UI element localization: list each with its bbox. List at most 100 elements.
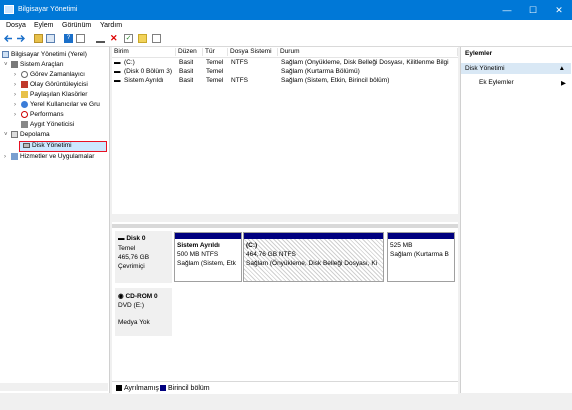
- minimize-button[interactable]: —: [494, 0, 520, 20]
- disk-graphical-view: ▬ Disk 0 Temel 465,76 GB Çevrimiçi Siste…: [112, 228, 458, 377]
- tree-item-performance[interactable]: › Performans: [14, 111, 64, 120]
- disk-icon: [23, 142, 30, 148]
- toolbar: ? ✕ ✓: [0, 32, 572, 47]
- actions-header: Eylemler: [465, 50, 493, 57]
- window-title: Bilgisayar Yönetimi: [18, 6, 78, 13]
- up-folder-icon[interactable]: [34, 34, 43, 43]
- computer-management-icon: [4, 5, 14, 14]
- cdrom0-status: Medya Yok: [118, 319, 150, 326]
- partition-size: 525 MB: [390, 242, 413, 249]
- tree-item-system-tools[interactable]: ˅ Sistem Araçları: [4, 61, 64, 70]
- disk0-label[interactable]: ▬ Disk 0 Temel 465,76 GB Çevrimiçi: [115, 231, 172, 283]
- chevron-down-icon[interactable]: ˅: [4, 62, 11, 68]
- maximize-button[interactable]: ☐: [520, 0, 546, 20]
- tree-item-shared-folders[interactable]: › Paylaşılan Klasörler: [14, 91, 87, 100]
- tree-label: Paylaşılan Klasörler: [30, 91, 88, 99]
- tree-item-device-manager[interactable]: Aygıt Yöneticisi: [21, 121, 74, 130]
- volume-icon: ▬: [114, 59, 121, 66]
- chevron-right-icon[interactable]: ›: [14, 92, 21, 98]
- table-row[interactable]: ▬ Sistem Ayrıldı Basit Temel NTFS Sağlam…: [112, 76, 458, 85]
- storage-icon: [11, 131, 18, 138]
- cell-layout: Basit: [179, 77, 194, 84]
- partition-name: (C:): [246, 242, 258, 249]
- connect-icon[interactable]: [96, 34, 105, 43]
- col-layout[interactable]: Düzen: [176, 48, 203, 56]
- col-type[interactable]: Tür: [203, 48, 228, 56]
- tree-label: Yerel Kullanıcılar ve Gru: [30, 101, 100, 109]
- menu-action[interactable]: Eylem: [34, 22, 53, 29]
- actions-pane: Eylemler Disk Yönetimi ▲ Ek Eylemler ▶: [460, 47, 572, 393]
- tree-item-storage[interactable]: ˅ Depolama: [4, 131, 50, 140]
- tree-item-local-users[interactable]: › Yerel Kullanıcılar ve Gru: [14, 101, 100, 110]
- more-actions-label: Ek Eylemler: [479, 79, 514, 86]
- volume-icon: ▬: [114, 77, 121, 84]
- tree-label: Depolama: [20, 131, 50, 139]
- tree-item-task-scheduler[interactable]: › Görev Zamanlayıcı: [14, 71, 85, 80]
- services-icon: [11, 153, 18, 160]
- search-icon[interactable]: [152, 34, 161, 43]
- volume-list-header: Birim Düzen Tür Dosya Sistemi Durum: [112, 47, 458, 58]
- help-icon[interactable]: ?: [64, 34, 73, 43]
- chevron-right-icon[interactable]: ▶: [561, 79, 566, 87]
- close-button[interactable]: ✕: [546, 0, 572, 20]
- chevron-down-icon[interactable]: ˅: [4, 132, 11, 138]
- partition-system-reserved[interactable]: Sistem Ayrıldı 500 MB NTFS Sağlam (Siste…: [174, 232, 242, 282]
- properties-icon[interactable]: [76, 34, 85, 43]
- console-tree: Bilgisayar Yönetimi (Yerel) ˅ Sistem Araç…: [0, 47, 110, 393]
- cell-layout: Basit: [179, 59, 194, 66]
- disk-icon: ▬: [118, 235, 125, 242]
- menu-file[interactable]: Dosya: [6, 22, 26, 29]
- disk0-size: 465,76 GB: [118, 254, 150, 261]
- cell-volume: (C:): [124, 59, 135, 66]
- cell-type: Temel: [206, 68, 224, 75]
- menu-view[interactable]: Görünüm: [62, 22, 91, 29]
- cell-type: Temel: [206, 77, 224, 84]
- volume-list-scrollbar[interactable]: [112, 214, 458, 222]
- col-volume[interactable]: Birim: [112, 48, 176, 56]
- col-status[interactable]: Durum: [278, 48, 458, 56]
- tree-item-root[interactable]: Bilgisayar Yönetimi (Yerel): [2, 51, 87, 60]
- more-actions-item[interactable]: Ek Eylemler: [479, 79, 514, 86]
- tree-label: Hizmetler ve Uygulamalar: [20, 153, 95, 161]
- cd-drive-icon: ◉: [118, 293, 124, 300]
- event-viewer-icon: [21, 81, 28, 88]
- actions-section-disk-management[interactable]: Disk Yönetimi ▲: [461, 63, 571, 74]
- forward-icon[interactable]: [16, 34, 25, 43]
- chevron-right-icon[interactable]: ›: [14, 102, 21, 108]
- tree-item-services[interactable]: › Hizmetler ve Uygulamalar: [4, 153, 94, 162]
- menu-help[interactable]: Yardım: [100, 22, 122, 29]
- tree-item-event-viewer[interactable]: › Olay Görüntüleyicisi: [14, 81, 88, 90]
- tree-label: Olay Görüntüleyicisi: [30, 81, 88, 89]
- disk0-status: Çevrimiçi: [118, 263, 145, 270]
- partition-status: Sağlam (Sistem, Etk: [177, 260, 236, 267]
- chevron-right-icon[interactable]: ›: [4, 154, 11, 160]
- partition-status: Sağlam (Önyükleme, Disk Belleği Dosyası,…: [246, 260, 378, 267]
- actions-section-label: Disk Yönetimi: [465, 65, 505, 72]
- export-icon[interactable]: [138, 34, 147, 43]
- tree-item-disk-management[interactable]: Disk Yönetimi: [23, 142, 72, 151]
- check-icon[interactable]: ✓: [124, 34, 133, 43]
- partition-size: 464,76 GB NTFS: [246, 251, 296, 258]
- back-icon[interactable]: [4, 34, 13, 43]
- cdrom0-label[interactable]: ◉ CD-ROM 0 DVD (E:) Medya Yok: [115, 288, 172, 336]
- cdrom0-media-area[interactable]: [174, 288, 455, 336]
- chevron-right-icon[interactable]: ›: [14, 82, 21, 88]
- unallocated-swatch: [116, 385, 122, 391]
- table-row[interactable]: ▬ (Disk 0 Bölüm 3) Basit Temel Sağlam (K…: [112, 67, 458, 76]
- delete-icon[interactable]: ✕: [110, 34, 119, 43]
- partition-recovery[interactable]: 525 MB Sağlam (Kurtarma B: [387, 232, 455, 282]
- console-tree-icon[interactable]: [46, 34, 55, 43]
- tree-horizontal-scrollbar[interactable]: [0, 383, 108, 391]
- performance-icon: [21, 111, 28, 118]
- col-file-system[interactable]: Dosya Sistemi: [228, 48, 278, 56]
- chevron-up-icon[interactable]: ▲: [559, 63, 565, 74]
- chevron-right-icon[interactable]: ›: [14, 112, 21, 118]
- chevron-right-icon[interactable]: ›: [14, 72, 21, 78]
- cell-volume: (Disk 0 Bölüm 3): [124, 68, 173, 75]
- tree-label: Görev Zamanlayıcı: [30, 71, 85, 79]
- partition-c[interactable]: (C:) 464,76 GB NTFS Sağlam (Önyükleme, D…: [243, 232, 384, 282]
- cell-type: Temel: [206, 59, 224, 66]
- table-row[interactable]: ▬ (C:) Basit Temel NTFS Sağlam (Önyüklem…: [112, 58, 458, 67]
- tree-label: Bilgisayar Yönetimi (Yerel): [11, 51, 87, 59]
- partition-name: Sistem Ayrıldı: [177, 242, 220, 249]
